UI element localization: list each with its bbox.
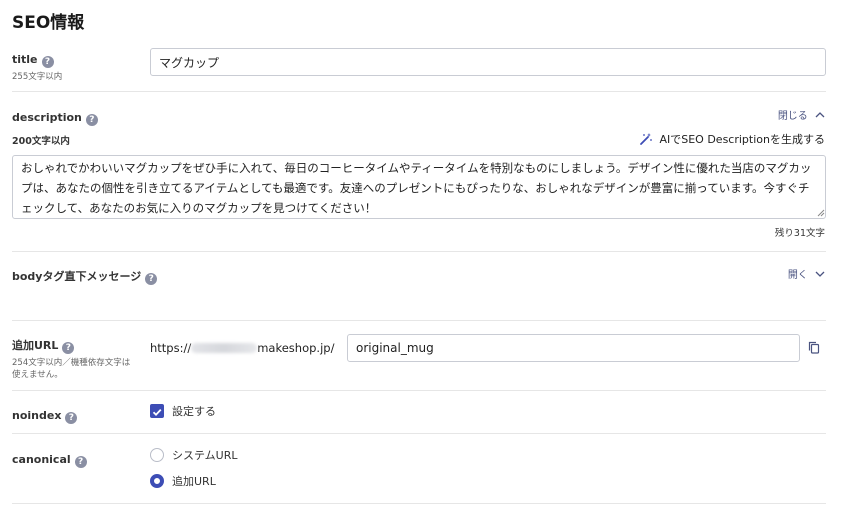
description-label: description: [12, 111, 82, 124]
chevron-up-icon: [815, 112, 825, 118]
help-icon[interactable]: ?: [65, 412, 78, 424]
description-label-group: description?: [12, 106, 98, 126]
title-label-group: title? 255文字以内: [12, 48, 62, 83]
description-collapse-toggle[interactable]: 閉じる: [778, 107, 825, 122]
canonical-option-additional-url[interactable]: 追加URL: [150, 473, 216, 489]
canonical-option-system-url[interactable]: システムURL: [150, 447, 238, 463]
divider: [12, 91, 826, 92]
canonical-radio-system-url[interactable]: [150, 448, 164, 462]
additional-url-input[interactable]: original_mug: [347, 334, 800, 362]
body-message-label-group: bodyタグ直下メッセージ?: [12, 265, 158, 285]
ai-generate-link[interactable]: AIでSEO Descriptionを生成する: [639, 131, 825, 147]
page-title: SEO情報: [12, 13, 85, 33]
divider: [12, 390, 826, 391]
help-icon[interactable]: ?: [62, 342, 75, 354]
description-limit: 200文字以内: [12, 136, 70, 147]
url-prefix-end: makeshop.jp/: [257, 341, 335, 355]
expand-label: 開く: [787, 270, 808, 281]
noindex-option-label: 設定する: [172, 405, 216, 418]
noindex-option[interactable]: 設定する: [150, 403, 216, 419]
additional-url-note-line2: 使えません。: [12, 370, 63, 380]
title-limit: 255文字以内: [12, 72, 63, 82]
magic-wand-icon: [640, 133, 653, 145]
noindex-label: noindex: [12, 409, 62, 422]
canonical-radio-additional-url[interactable]: [150, 474, 164, 488]
divider: [12, 251, 826, 252]
description-text: おしゃれでかわいいマグカップをぜひ手に入れて、毎日のコーヒータイムやティータイム…: [21, 161, 812, 215]
url-prefix-start: https://: [150, 341, 192, 355]
url-prefix: https:// makeshop.jp/: [150, 341, 334, 355]
help-icon[interactable]: ?: [74, 456, 87, 468]
additional-url-note-line1: 254文字以内／機種依存文字は: [12, 358, 131, 368]
help-icon[interactable]: ?: [85, 114, 98, 126]
copy-icon[interactable]: [808, 341, 820, 354]
help-icon[interactable]: ?: [145, 273, 158, 285]
title-input[interactable]: マグカップ: [150, 48, 826, 76]
noindex-checkbox[interactable]: [150, 404, 164, 418]
description-textarea[interactable]: おしゃれでかわいいマグカップをぜひ手に入れて、毎日のコーヒータイムやティータイム…: [12, 155, 826, 219]
divider: [12, 320, 826, 321]
title-input-value: マグカップ: [159, 55, 220, 70]
chevron-down-icon: [815, 271, 825, 277]
resize-handle-icon[interactable]: [817, 209, 825, 217]
check-icon: [152, 408, 162, 416]
divider: [12, 433, 826, 434]
additional-url-label-group: 追加URL? 254文字以内／機種依存文字は 使えません。: [12, 334, 130, 381]
blurred-shop-domain: [191, 343, 258, 353]
canonical-label-group: canonical?: [12, 448, 87, 468]
additional-url-value: original_mug: [356, 341, 434, 355]
canonical-label: canonical: [12, 453, 71, 466]
body-message-label: bodyタグ直下メッセージ: [12, 270, 142, 283]
remaining-count: 残り31文字: [774, 228, 825, 239]
additional-url-note: 254文字以内／機種依存文字は 使えません。: [12, 357, 130, 381]
collapse-label: 閉じる: [777, 111, 808, 122]
noindex-label-group: noindex?: [12, 404, 78, 424]
divider: [12, 503, 826, 504]
ai-generate-label: AIでSEO Descriptionを生成する: [659, 133, 825, 146]
title-label: title: [12, 53, 38, 66]
canonical-option-label: 追加URL: [172, 475, 216, 488]
body-message-expand-toggle[interactable]: 開く: [788, 266, 825, 281]
canonical-option-label: システムURL: [172, 449, 238, 462]
help-icon[interactable]: ?: [41, 56, 54, 68]
additional-url-label: 追加URL: [12, 339, 59, 352]
